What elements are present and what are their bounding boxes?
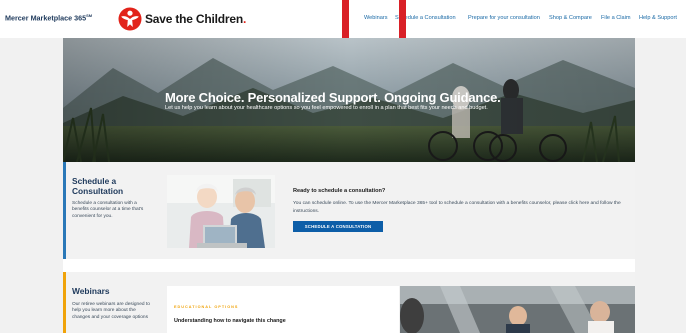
hero-title: More Choice. Personalized Support. Ongoi… (165, 90, 501, 105)
schedule-section: Schedule a Consultation Schedule a consu… (63, 162, 635, 259)
webinars-title: Webinars (72, 286, 110, 296)
nav-prepare-consultation[interactable]: Prepare for your consultation (468, 15, 540, 21)
webinar-card[interactable]: EDUCATIONAL OPTIONS Understanding how to… (167, 286, 399, 333)
hero-banner: More Choice. Personalized Support. Ongoi… (63, 38, 635, 162)
partner-name: Save the Children. (145, 12, 246, 26)
section-accent-bar (63, 272, 66, 333)
webinar-kicker: EDUCATIONAL OPTIONS (174, 305, 239, 309)
consultation-photo (167, 175, 275, 248)
section-accent-bar (63, 162, 66, 259)
service-mark: SM (86, 13, 93, 18)
nav-shop-compare[interactable]: Shop & Compare (549, 15, 592, 21)
hero-subtitle: Let us help you learn about your healthc… (165, 105, 488, 111)
nav-help-support[interactable]: Help & Support (639, 15, 677, 21)
webinar-photo (400, 286, 635, 333)
schedule-description: Schedule a consultation with a benefits … (72, 201, 144, 219)
partner-name-dot: . (242, 12, 247, 26)
partner-name-text: Save the Children (145, 12, 243, 26)
schedule-consultation-button[interactable]: SCHEDULE A CONSULTATION (293, 221, 383, 232)
schedule-question: Ready to schedule a consultation? (293, 188, 386, 194)
schedule-title: Schedule a Consultation (72, 176, 124, 196)
mercer-brand-text: Mercer Marketplace 365 (5, 13, 87, 23)
webinar-heading: Understanding how to navigate this chang… (174, 318, 286, 324)
nav-file-claim[interactable]: File a Claim (601, 15, 631, 21)
schedule-body: You can schedule online. To use the Merc… (293, 201, 621, 214)
webinars-section: Webinars Our retiree webinars are design… (63, 272, 635, 333)
webinars-description: Our retiree webinars are designed to hel… (72, 302, 150, 320)
top-navigation-bar: Mercer Marketplace 365SM Save the Childr… (0, 0, 686, 46)
save-the-children-logo-icon (118, 7, 142, 31)
mercer-marketplace-logo[interactable]: Mercer Marketplace 365SM (5, 13, 92, 22)
